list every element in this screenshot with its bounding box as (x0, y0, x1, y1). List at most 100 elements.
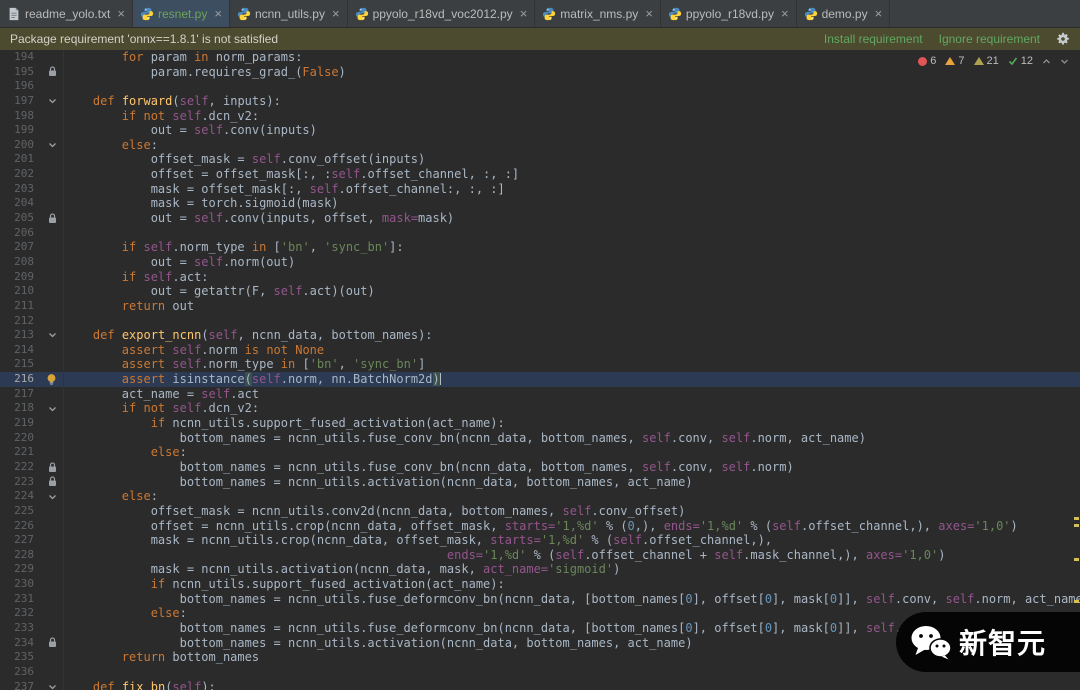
line-number: 235 (14, 650, 34, 664)
code-line-206[interactable]: 206 (0, 225, 1080, 241)
typo-count[interactable]: 12 (1008, 55, 1033, 67)
tab-label: ppyolo_r18vd.py (685, 6, 774, 21)
gutter-space (34, 445, 64, 460)
tab-close-icon[interactable]: × (781, 7, 789, 20)
code-line-196[interactable]: 196 (0, 79, 1080, 94)
warning-icon (945, 57, 956, 65)
code-text: offset_mask = ncnn_utils.conv2d(ncnn_dat… (64, 503, 686, 518)
stripe-mark[interactable] (1074, 524, 1079, 527)
code-line-211[interactable]: 211 return out (0, 298, 1080, 314)
fold-icon[interactable] (34, 137, 64, 153)
code-line-209[interactable]: 209 if self.act: (0, 269, 1080, 285)
tab-close-icon[interactable]: × (875, 7, 883, 20)
code-line-229[interactable]: 229 mask = ncnn_utils.activation(ncnn_da… (0, 562, 1080, 578)
code-line-204[interactable]: 204 mask = torch.sigmoid(mask) (0, 196, 1080, 212)
code-line-200[interactable]: 200 else: (0, 137, 1080, 153)
line-number: 233 (14, 620, 34, 634)
fold-icon[interactable] (34, 679, 64, 690)
gutter-space (34, 108, 64, 124)
code-text: bottom_names = ncnn_utils.fuse_conv_bn(n… (64, 430, 866, 445)
code-text: offset = offset_mask[:, :self.offset_cha… (64, 167, 520, 182)
code-area[interactable]: 194 for param in norm_params: 195 param.r… (0, 50, 1080, 690)
code-line-212[interactable]: 212 (0, 313, 1080, 329)
code-line-227[interactable]: 227 mask = ncnn_utils.crop(ncnn_data, of… (0, 533, 1080, 548)
gutter-space (34, 503, 64, 519)
tab-matrix_nms.py[interactable]: matrix_nms.py × (535, 0, 661, 27)
next-issue-icon[interactable] (1060, 57, 1069, 66)
code-line-210[interactable]: 210 out = getattr(F, self.act)(out) (0, 284, 1080, 299)
scrollbar-error-stripe[interactable] (1070, 50, 1080, 690)
line-number: 207 (14, 240, 34, 254)
fold-icon[interactable] (34, 401, 64, 417)
code-line-205[interactable]: 205 out = self.conv(inputs, offset, mask… (0, 211, 1080, 226)
lock-icon[interactable] (34, 64, 64, 80)
tab-close-icon[interactable]: × (332, 7, 340, 20)
bulb-icon[interactable] (34, 372, 64, 387)
ignore-requirement-link[interactable]: Ignore requirement (939, 32, 1040, 46)
lock-icon[interactable] (34, 211, 64, 226)
code-line-214[interactable]: 214 assert self.norm is not None (0, 342, 1080, 358)
line-number: 211 (14, 298, 34, 312)
code-line-217[interactable]: 217 act_name = self.act (0, 386, 1080, 402)
code-line-225[interactable]: 225 offset_mask = ncnn_utils.conv2d(ncnn… (0, 503, 1080, 519)
code-line-220[interactable]: 220 bottom_names = ncnn_utils.fuse_conv_… (0, 430, 1080, 446)
fold-icon[interactable] (34, 328, 64, 343)
tab-readme_yolo.txt[interactable]: readme_yolo.txt × (0, 0, 133, 27)
stripe-mark[interactable] (1074, 517, 1079, 520)
code-line-201[interactable]: 201 offset_mask = self.conv_offset(input… (0, 152, 1080, 168)
code-line-230[interactable]: 230 if ncnn_utils.support_fused_activati… (0, 577, 1080, 592)
code-line-219[interactable]: 219 if ncnn_utils.support_fused_activati… (0, 416, 1080, 431)
code-line-224[interactable]: 224 else: (0, 489, 1080, 504)
code-line-231[interactable]: 231 bottom_names = ncnn_utils.fuse_defor… (0, 591, 1080, 607)
line-number: 209 (14, 269, 34, 283)
tab-close-icon[interactable]: × (520, 7, 528, 20)
prev-issue-icon[interactable] (1042, 57, 1051, 66)
line-number: 216 (14, 372, 34, 386)
code-text: out = self.conv(inputs, offset, mask=mas… (64, 211, 455, 226)
stripe-mark[interactable] (1074, 600, 1079, 603)
code-line-237[interactable]: 237 def fix_bn(self): (0, 679, 1080, 690)
stripe-mark[interactable] (1074, 558, 1079, 561)
tab-close-icon[interactable]: × (117, 7, 125, 20)
fold-icon[interactable] (34, 489, 64, 504)
weak-warning-count[interactable]: 21 (973, 55, 999, 67)
gutter-space (34, 577, 64, 592)
code-line-228[interactable]: 228 ends='1,%d' % (self.offset_channel +… (0, 547, 1080, 563)
tab-resnet.py[interactable]: resnet.py × (132, 0, 230, 27)
code-line-216[interactable]: 216 assert isinstance(self.norm, nn.Batc… (0, 372, 1080, 387)
code-text: bottom_names = ncnn_utils.activation(ncn… (64, 474, 693, 489)
code-line-218[interactable]: 218 if not self.dcn_v2: (0, 401, 1080, 417)
tab-ncnn_utils.py[interactable]: ncnn_utils.py × (230, 0, 348, 27)
code-line-223[interactable]: 223 bottom_names = ncnn_utils.activation… (0, 474, 1080, 490)
code-text: def fix_bn(self): (92, 679, 216, 690)
code-line-208[interactable]: 208 out = self.norm(out) (0, 254, 1080, 270)
tab-close-icon[interactable]: × (214, 7, 222, 20)
gutter-space (34, 269, 64, 285)
error-count[interactable]: 6 (918, 55, 936, 67)
lock-icon[interactable] (34, 635, 64, 651)
tab-close-icon[interactable]: × (645, 7, 653, 20)
gear-icon[interactable] (1056, 32, 1070, 46)
code-line-198[interactable]: 198 if not self.dcn_v2: (0, 108, 1080, 124)
code-line-203[interactable]: 203 mask = offset_mask[:, self.offset_ch… (0, 181, 1080, 197)
code-line-226[interactable]: 226 offset = ncnn_utils.crop(ncnn_data, … (0, 518, 1080, 534)
code-line-202[interactable]: 202 offset = offset_mask[:, :self.offset… (0, 167, 1080, 182)
code-line-213[interactable]: 213 def export_ncnn(self, ncnn_data, bot… (0, 328, 1080, 343)
tab-ppyolo_r18vd.py[interactable]: ppyolo_r18vd.py × (661, 0, 797, 27)
inspections-widget[interactable]: 6 7 21 12 (915, 54, 1072, 68)
install-requirement-link[interactable]: Install requirement (824, 32, 923, 46)
code-text: mask = ncnn_utils.activation(ncnn_data, … (64, 562, 621, 577)
lock-icon[interactable] (34, 459, 64, 475)
code-line-215[interactable]: 215 assert self.norm_type in ['bn', 'syn… (0, 357, 1080, 373)
warning-count[interactable]: 7 (945, 55, 965, 67)
gutter-space (34, 167, 64, 182)
tab-ppyolo_r18vd_voc2012.py[interactable]: ppyolo_r18vd_voc2012.py × (348, 0, 536, 27)
code-line-197[interactable]: 197 def forward(self, inputs): (0, 93, 1080, 109)
code-line-207[interactable]: 207 if self.norm_type in ['bn', 'sync_bn… (0, 240, 1080, 255)
lock-icon[interactable] (34, 474, 64, 490)
tab-demo.py[interactable]: demo.py × (797, 0, 891, 27)
code-line-221[interactable]: 221 else: (0, 445, 1080, 460)
code-line-199[interactable]: 199 out = self.conv(inputs) (0, 123, 1080, 138)
code-line-222[interactable]: 222 bottom_names = ncnn_utils.fuse_conv_… (0, 459, 1080, 475)
fold-icon[interactable] (34, 93, 64, 109)
